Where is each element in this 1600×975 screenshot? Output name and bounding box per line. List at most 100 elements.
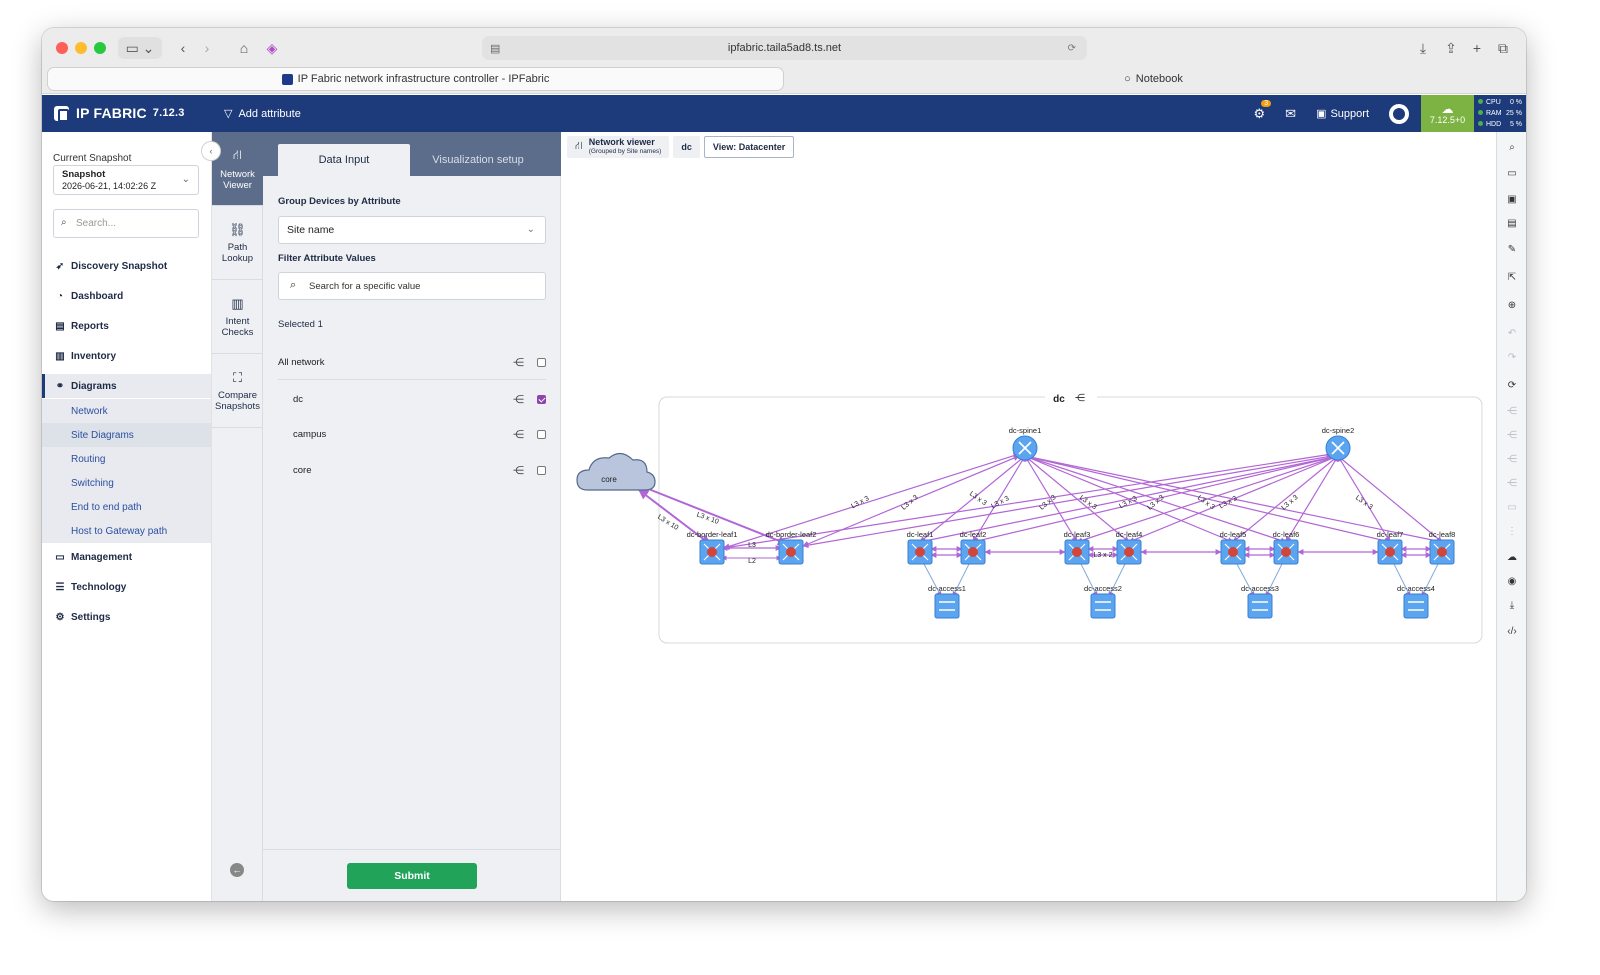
back-arrow-icon[interactable]: ← [230,863,244,877]
add-attribute-button[interactable]: ▽ Add attribute [224,107,301,121]
page-settings-icon[interactable]: ▤ [490,42,500,55]
save-icon[interactable]: ▤ [1497,214,1526,232]
checkbox-dc[interactable] [537,394,546,404]
download-icon[interactable]: ⤓ [1497,596,1526,614]
snapshot-select[interactable]: Snapshot 2026-06-21, 14:02:26 Z ⌄ [53,165,199,195]
ipfabric-logo[interactable]: IP FABRIC 7.12.3 [54,105,185,122]
layout-hierarchy-icon[interactable]: ⋲ [1497,426,1526,444]
nav-item-reports[interactable]: ▤ Reports [42,314,211,338]
forward-icon[interactable]: › [198,37,216,59]
leaf-status-dot [1385,547,1395,557]
subnav-host-to-gateway-path[interactable]: Host to Gateway path [42,519,211,543]
sidebar-toggle-icon[interactable]: ▭ ⌄ [118,37,162,59]
nav-item-diagrams[interactable]: ⚭ Diagrams [42,374,211,398]
share-icon[interactable]: ⇪ [1442,37,1460,59]
filter-row-dc[interactable]: dc ⋲ [278,382,546,416]
tab-visualization-setup[interactable]: Visualization setup [413,144,543,176]
support-button[interactable]: ▣ Support [1316,107,1369,121]
link-label-spine-leaf: L3 x 3 [900,494,919,512]
fit-view-icon[interactable]: ⊕ [1497,296,1526,314]
code-icon[interactable]: ‹/› [1497,622,1526,640]
nav-item-technology[interactable]: ☰ Technology [42,575,211,599]
reload-icon[interactable]: ⟳ [1068,43,1079,54]
leaf-label: dc-leaf3 [1064,530,1091,539]
crumb-network-viewer[interactable]: ⛙ Network viewer (Grouped by Site names) [567,136,670,158]
downloads-icon[interactable]: ⤓ [1414,37,1432,59]
tasks-gear-icon[interactable]: ⚙ 3 [1254,99,1272,122]
crumb-site[interactable]: dc [673,136,700,158]
site-group-label: dc [1053,394,1065,405]
address-bar[interactable]: ▤ ipfabric.taila5ad8.ts.net ⟳ [482,36,1087,60]
export-icon[interactable]: ⇱ [1497,268,1526,286]
group-attribute-select[interactable]: Site name ⌄ [278,216,546,244]
zoom-window-button[interactable] [94,42,106,54]
tool-compare-snapshots[interactable]: ⛶ Compare Snapshots [212,354,263,428]
refresh-layout-icon[interactable]: ⟳ [1497,376,1526,394]
subnav-switching[interactable]: Switching [42,471,211,495]
filter-row-campus[interactable]: campus ⋲ [278,417,546,451]
back-icon[interactable]: ‹ [174,37,192,59]
filter-row-core[interactable]: core ⋲ [278,453,546,487]
cloud-icon[interactable]: ☁ [1497,548,1526,566]
tool-network-viewer[interactable]: ⛙ Network Viewer [212,132,263,206]
subnav-routing[interactable]: Routing [42,447,211,471]
collapse-nav-button[interactable]: ‹ [202,142,220,160]
tab-overview-icon[interactable]: ⧉ [1494,37,1512,59]
redo-icon[interactable]: ↷ [1497,348,1526,366]
nav-item-discovery-snapshot[interactable]: ➶ Discovery Snapshot [42,254,211,278]
minimize-window-button[interactable] [75,42,87,54]
access-switch-icon [1403,593,1429,619]
save-as-icon[interactable]: ▣ [1497,190,1526,208]
diagram-canvas[interactable]: dc ⋲ L3 x 3 L3 x 3 L3 x 3 L3 x 3 L3 x 3 L3 x 3 L… [561,132,1496,901]
tab-ipfabric[interactable]: IP Fabric network infrastructure control… [48,68,783,90]
layout-column-icon[interactable]: ⋮ [1497,522,1526,540]
open-folder-icon[interactable]: ▭ [1497,164,1526,182]
nav-item-management[interactable]: ▭ Management [42,545,211,569]
filter-value-search-input[interactable]: ⌕ Search for a specific value [278,272,546,300]
subnav-end-to-end-path[interactable]: End to end path [42,495,211,519]
tab-notebook[interactable]: ○ Notebook [787,68,1520,90]
network-diagram[interactable]: dc ⋲ L3 x 3 L3 x 3 L3 x 3 L3 x 3 L3 x 3 L3 x 3 L… [561,132,1496,901]
submit-button[interactable]: Submit [347,863,477,889]
extension-icon[interactable]: ◈ [262,37,282,59]
new-tab-icon[interactable]: + [1468,37,1486,59]
checkbox-all-network[interactable] [537,358,546,367]
nav-item-inventory[interactable]: ▥ Inventory [42,344,211,368]
close-window-button[interactable] [56,42,68,54]
filter-attribute-label: Filter Attribute Values [278,253,376,264]
url-text: ipfabric.taila5ad8.ts.net [727,42,842,54]
layout-row-icon[interactable]: ▭ [1497,498,1526,516]
subnav-network[interactable]: Network [42,399,211,423]
user-avatar[interactable] [1389,103,1409,124]
tab-data-input[interactable]: Data Input [278,144,410,176]
tool-path-lookup[interactable]: ⛓ Path Lookup [212,206,263,280]
mail-icon[interactable]: ✉ [1285,106,1296,122]
zoom-search-icon[interactable]: ⌕ [1497,138,1526,156]
checkbox-campus[interactable] [537,429,546,439]
visibility-eye-icon[interactable]: ◉ [1497,572,1526,590]
group-tree-icon[interactable]: ⋲ [513,356,524,369]
nav-search-input[interactable]: ⌕ Search... [53,209,199,238]
group-tree-icon[interactable]: ⋲ [513,393,524,406]
layout-branch-icon[interactable]: ⋲ [1497,474,1526,492]
subnav-site-diagrams[interactable]: Site Diagrams [42,423,211,447]
layout-tree-icon[interactable]: ⋲ [1497,402,1526,420]
undo-icon[interactable]: ↶ [1497,324,1526,342]
tool-intent-checks[interactable]: ▥ Intent Checks [212,280,263,354]
filter-row-all-network[interactable]: All network ⋲ [278,346,546,380]
layout-group-icon[interactable]: ⋲ [1497,450,1526,468]
group-tree-icon[interactable]: ⋲ [513,428,524,441]
checkbox-core[interactable] [537,465,546,475]
group-tree-icon[interactable]: ⋲ [513,464,524,477]
rocket-icon: ➶ [55,260,65,272]
access-label: dc-access4 [1397,584,1435,593]
nav-item-dashboard[interactable]: ◔ Dashboard [42,284,211,308]
crumb-view[interactable]: View: Datacenter [703,136,795,158]
version-cloud-badge[interactable]: ☁ 7.12.5+0 [1421,95,1474,132]
edit-icon[interactable]: ✎ [1497,240,1526,258]
link-label-spine-leaf: L3 x 3 [968,490,988,507]
home-icon[interactable]: ⌂ [234,37,254,59]
nav-item-settings[interactable]: ⚙ Settings [42,605,211,629]
access-label: dc-access1 [928,584,966,593]
chevron-down-icon: ⌄ [181,174,190,185]
